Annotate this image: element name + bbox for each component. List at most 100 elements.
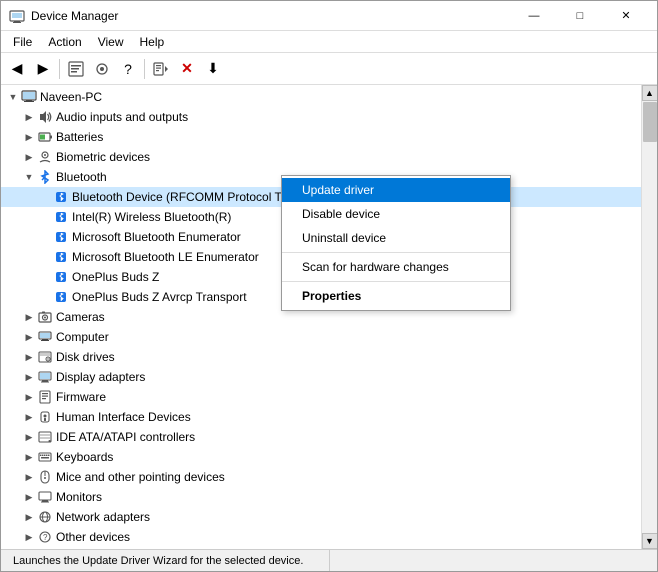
hid-label: Human Interface Devices [56,410,191,424]
tree-item-computer[interactable]: ▶ Computer [1,327,641,347]
tree-item-biometric[interactable]: ▶ Biometric devices [1,147,641,167]
ide-icon [37,429,53,445]
audio-icon [37,109,53,125]
device-tree-panel[interactable]: ▼ Naveen-PC ▶ [1,85,641,549]
hid-expander: ▶ [21,409,37,425]
context-menu-uninstall-device[interactable]: Uninstall device [282,226,510,250]
tree-item-ide[interactable]: ▶ IDE ATA/ATAPI controllers [1,427,641,447]
other-icon: ? [37,529,53,545]
toolbar-disable[interactable]: ✕ [175,57,199,81]
context-menu-sep-2 [282,281,510,282]
toolbar-properties[interactable] [64,57,88,81]
toolbar-forward[interactable]: ▶ [31,57,55,81]
other-expander: ▶ [21,529,37,545]
context-menu: Update driver Disable device Uninstall d… [281,175,511,311]
cameras-expander: ▶ [21,309,37,325]
menu-view[interactable]: View [90,33,132,51]
audio-expander: ▶ [21,109,37,125]
biometric-icon [37,149,53,165]
computer-cat-icon [37,329,53,345]
display-expander: ▶ [21,369,37,385]
bluetooth-label: Bluetooth [56,170,107,184]
hid-icon [37,409,53,425]
bluetooth-icon [37,169,53,185]
tree-item-disk[interactable]: ▶ Disk drives [1,347,641,367]
toolbar-back[interactable]: ◀ [5,57,29,81]
toolbar-update[interactable] [149,57,173,81]
keyboards-expander: ▶ [21,449,37,465]
firmware-icon [37,389,53,405]
bt-buds-label: OnePlus Buds Z [72,270,159,284]
network-label: Network adapters [56,510,150,524]
tree-item-hid[interactable]: ▶ Human Interface Devices [1,407,641,427]
tree-item-keyboards[interactable]: ▶ Keyboards [1,447,641,467]
bt-intel-label: Intel(R) Wireless Bluetooth(R) [72,210,231,224]
tree-root-item[interactable]: ▼ Naveen-PC [1,87,641,107]
bt-buds-avrcp-icon [53,289,69,305]
firmware-label: Firmware [56,390,106,404]
menu-bar: File Action View Help [1,31,657,53]
bluetooth-expander: ▼ [21,169,37,185]
firmware-expander: ▶ [21,389,37,405]
mice-expander: ▶ [21,469,37,485]
maximize-button[interactable]: □ [557,1,603,31]
vertical-scrollbar[interactable]: ▲ ▼ [641,85,657,549]
close-button[interactable]: ✕ [603,1,649,31]
cameras-label: Cameras [56,310,105,324]
toolbar-help[interactable]: ? [116,57,140,81]
biometric-label: Biometric devices [56,150,150,164]
menu-help[interactable]: Help [132,33,173,51]
tree-item-firmware[interactable]: ▶ Firmware [1,387,641,407]
other-label: Other devices [56,530,130,544]
menu-file[interactable]: File [5,33,40,51]
window-title: Device Manager [31,9,511,23]
context-menu-scan-hardware[interactable]: Scan for hardware changes [282,255,510,279]
monitors-icon [37,489,53,505]
context-menu-update-driver[interactable]: Update driver [282,178,510,202]
context-menu-properties[interactable]: Properties [282,284,510,308]
bt-rfcomm-label: Bluetooth Device (RFCOMM Protocol TDI) [72,190,298,204]
network-icon [37,509,53,525]
device-tree: ▼ Naveen-PC ▶ [1,85,641,549]
menu-action[interactable]: Action [40,33,89,51]
tree-item-display[interactable]: ▶ Display adapters [1,367,641,387]
device-manager-window: Device Manager — □ ✕ File Action View He… [0,0,658,572]
tree-item-audio[interactable]: ▶ Audio inputs and outputs [1,107,641,127]
scroll-up-arrow[interactable]: ▲ [642,85,658,101]
minimize-button[interactable]: — [511,1,557,31]
keyboards-label: Keyboards [56,450,113,464]
toolbar-sep-1 [59,59,60,79]
tree-item-ports[interactable]: ▶ Ports (COM & LPT) [1,547,641,549]
disk-icon [37,349,53,365]
scroll-down-arrow[interactable]: ▼ [642,533,658,549]
tree-item-mice[interactable]: ▶ Mice and other pointing devices [1,467,641,487]
tree-item-monitors[interactable]: ▶ Monitors [1,487,641,507]
status-right [330,550,650,571]
context-menu-disable-device[interactable]: Disable device [282,202,510,226]
tree-item-other[interactable]: ▶ ? Other devices [1,527,641,547]
display-label: Display adapters [56,370,145,384]
ide-label: IDE ATA/ATAPI controllers [56,430,195,444]
tree-item-batteries[interactable]: ▶ Batteries [1,127,641,147]
monitors-expander: ▶ [21,489,37,505]
bt-ms-le-icon [53,249,69,265]
toolbar-scan[interactable] [90,57,114,81]
bt-buds-icon [53,269,69,285]
toolbar-download[interactable]: ⬇ [201,57,225,81]
audio-label: Audio inputs and outputs [56,110,188,124]
disk-label: Disk drives [56,350,115,364]
biometric-expander: ▶ [21,149,37,165]
cameras-icon [37,309,53,325]
batteries-expander: ▶ [21,129,37,145]
root-expander: ▼ [5,89,21,105]
status-bar: Launches the Update Driver Wizard for th… [1,549,657,571]
mouse-icon [37,469,53,485]
ide-expander: ▶ [21,429,37,445]
network-expander: ▶ [21,509,37,525]
mice-label: Mice and other pointing devices [56,470,225,484]
scroll-thumb[interactable] [643,102,657,142]
tree-item-network[interactable]: ▶ Network adapters [1,507,641,527]
scroll-track[interactable] [642,101,658,533]
disk-expander: ▶ [21,349,37,365]
main-area: ▼ Naveen-PC ▶ [1,85,657,549]
